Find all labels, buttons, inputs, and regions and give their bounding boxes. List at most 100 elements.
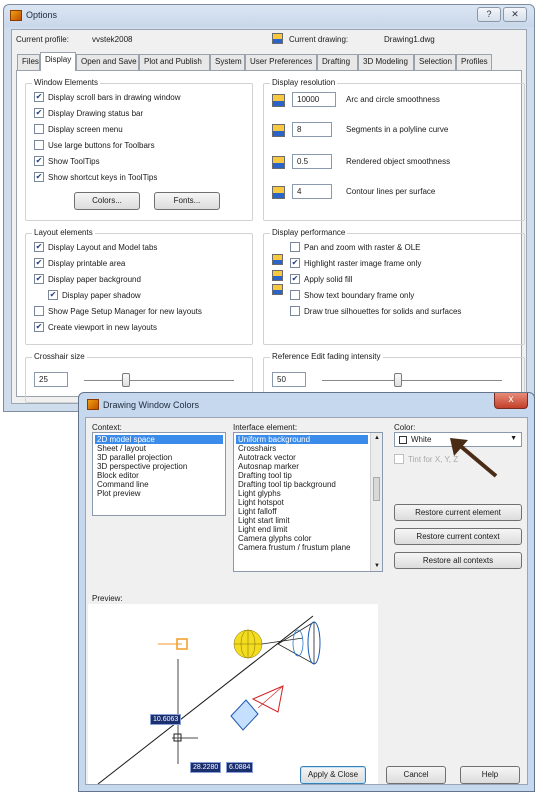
- tooltips-label: Show ToolTips: [48, 157, 100, 166]
- help-button[interactable]: ?: [477, 7, 501, 22]
- tab-user-preferences[interactable]: User Preferences: [245, 54, 317, 70]
- checkbox-shortcut-keys[interactable]: ✔: [34, 172, 44, 182]
- tab-drafting[interactable]: Drafting: [317, 54, 358, 70]
- tab-display[interactable]: Display: [40, 52, 76, 71]
- interface-element-label: Interface element:: [233, 423, 298, 432]
- crosshair-slider-thumb[interactable]: [122, 373, 130, 387]
- crosshair-size-input[interactable]: 25: [34, 372, 68, 387]
- checkbox-true-silhouettes[interactable]: [290, 306, 300, 316]
- scroll-thumb[interactable]: [373, 477, 380, 501]
- checkbox-status-bar[interactable]: ✔: [34, 108, 44, 118]
- interface-item[interactable]: Drafting tool tip background: [236, 480, 368, 489]
- checkbox-layout-tabs[interactable]: ✔: [34, 242, 44, 252]
- layout-elements-title: Layout elements: [32, 228, 95, 237]
- rendered-smoothness-input[interactable]: 0.5: [292, 154, 332, 169]
- window-elements-title: Window Elements: [32, 78, 101, 87]
- apply-close-button[interactable]: Apply & Close: [300, 766, 366, 784]
- crosshair-slider-track[interactable]: [84, 380, 234, 381]
- checkbox-tint-xyz[interactable]: [394, 454, 404, 464]
- tab-3d-modeling[interactable]: 3D Modeling: [358, 54, 414, 70]
- scroll-down-icon[interactable]: ▼: [374, 563, 380, 569]
- interface-list-scrollbar[interactable]: ▲ ▼: [370, 433, 382, 571]
- checkbox-printable-area[interactable]: ✔: [34, 258, 44, 268]
- solid-fill-label: Apply solid fill: [304, 275, 353, 284]
- polyline-segments-input[interactable]: 8: [292, 122, 332, 137]
- context-item[interactable]: 3D perspective projection: [95, 462, 223, 471]
- arc-smoothness-label: Arc and circle smoothness: [346, 95, 440, 104]
- dwc-close-button[interactable]: x: [494, 393, 528, 409]
- chevron-down-icon[interactable]: ▼: [510, 435, 517, 442]
- arc-smoothness-input[interactable]: 10000: [292, 92, 336, 107]
- interface-item[interactable]: Light start limit: [236, 516, 368, 525]
- crosshair-size-title: Crosshair size: [32, 352, 87, 361]
- window-elements-group: Window Elements ✔ Display scroll bars in…: [25, 78, 253, 221]
- interface-item[interactable]: Uniform background: [236, 435, 368, 444]
- checkbox-pan-zoom[interactable]: [290, 242, 300, 252]
- context-item[interactable]: 3D parallel projection: [95, 453, 223, 462]
- context-list[interactable]: 2D model space Sheet / layout 3D paralle…: [92, 432, 226, 516]
- fill-icon: [272, 270, 283, 281]
- checkbox-text-boundary[interactable]: [290, 290, 300, 300]
- paper-background-label: Display paper background: [48, 275, 141, 284]
- restore-current-context-button[interactable]: Restore current context: [394, 528, 522, 545]
- checkbox-tooltips[interactable]: ✔: [34, 156, 44, 166]
- pan-zoom-label: Pan and zoom with raster & OLE: [304, 243, 421, 252]
- display-resolution-group: Display resolution 10000 Arc and circle …: [263, 78, 525, 221]
- tab-profiles[interactable]: Profiles: [456, 54, 492, 70]
- xref-fading-slider-track[interactable]: [322, 380, 502, 381]
- interface-item[interactable]: Autotrack vector: [236, 453, 368, 462]
- interface-item[interactable]: Drafting tool tip: [236, 471, 368, 480]
- checkbox-solid-fill[interactable]: ✔: [290, 274, 300, 284]
- context-item[interactable]: 2D model space: [95, 435, 223, 444]
- drawing-window-colors: Drawing Window Colors x Context: 2D mode…: [78, 392, 535, 792]
- interface-item[interactable]: Light falloff: [236, 507, 368, 516]
- color-label: Color:: [394, 423, 416, 432]
- interface-item[interactable]: Autosnap marker: [236, 462, 368, 471]
- context-item[interactable]: Sheet / layout: [95, 444, 223, 453]
- checkbox-paper-shadow[interactable]: ✔: [48, 290, 58, 300]
- interface-item[interactable]: Light glyphs: [236, 489, 368, 498]
- fonts-button[interactable]: Fonts...: [154, 192, 220, 210]
- interface-item[interactable]: Camera glyphs color: [236, 534, 368, 543]
- layout-tabs-label: Display Layout and Model tabs: [48, 243, 158, 252]
- help-button-dwc[interactable]: Help: [460, 766, 520, 784]
- options-titlebar[interactable]: Options ? ✕: [4, 5, 534, 27]
- checkbox-screen-menu[interactable]: [34, 124, 44, 134]
- interface-item[interactable]: Light end limit: [236, 525, 368, 534]
- tab-open-save[interactable]: Open and Save: [76, 54, 139, 70]
- resolution-icon: [272, 94, 285, 107]
- interface-item[interactable]: Camera frustum / frustum plane: [236, 543, 368, 552]
- tab-system[interactable]: System: [210, 54, 245, 70]
- status-bar-label: Display Drawing status bar: [48, 109, 144, 118]
- cancel-button[interactable]: Cancel: [386, 766, 446, 784]
- context-item[interactable]: Block editor: [95, 471, 223, 480]
- true-silhouettes-label: Draw true silhouettes for solids and sur…: [304, 307, 462, 316]
- colors-button[interactable]: Colors...: [74, 192, 140, 210]
- close-button[interactable]: ✕: [503, 7, 527, 22]
- restore-all-contexts-button[interactable]: Restore all contexts: [394, 552, 522, 569]
- contour-lines-input[interactable]: 4: [292, 184, 332, 199]
- large-buttons-label: Use large buttons for Toolbars: [48, 141, 155, 150]
- checkbox-paper-background[interactable]: ✔: [34, 274, 44, 284]
- xref-fading-slider-thumb[interactable]: [394, 373, 402, 387]
- interface-element-list[interactable]: Uniform background Crosshairs Autotrack …: [233, 432, 383, 572]
- xref-fading-input[interactable]: 50: [272, 372, 306, 387]
- tab-selection[interactable]: Selection: [414, 54, 456, 70]
- tab-plot-publish[interactable]: Plot and Publish: [139, 54, 210, 70]
- checkbox-highlight-raster[interactable]: ✔: [290, 258, 300, 268]
- scroll-up-icon[interactable]: ▲: [374, 435, 380, 441]
- interface-item[interactable]: Light hotspot: [236, 498, 368, 507]
- context-item[interactable]: Plot preview: [95, 489, 223, 498]
- context-item[interactable]: Command line: [95, 480, 223, 489]
- app-icon: [10, 10, 22, 21]
- tab-files[interactable]: Files: [17, 54, 40, 70]
- polyline-icon: [272, 124, 285, 137]
- interface-item[interactable]: Crosshairs: [236, 444, 368, 453]
- display-performance-group: Display performance Pan and zoom with ra…: [263, 228, 525, 345]
- restore-current-element-button[interactable]: Restore current element: [394, 504, 522, 521]
- checkbox-create-viewport[interactable]: ✔: [34, 322, 44, 332]
- checkbox-page-setup[interactable]: [34, 306, 44, 316]
- checkbox-large-buttons[interactable]: [34, 140, 44, 150]
- checkbox-scroll-bars[interactable]: ✔: [34, 92, 44, 102]
- display-tab-panel: Window Elements ✔ Display scroll bars in…: [16, 70, 525, 403]
